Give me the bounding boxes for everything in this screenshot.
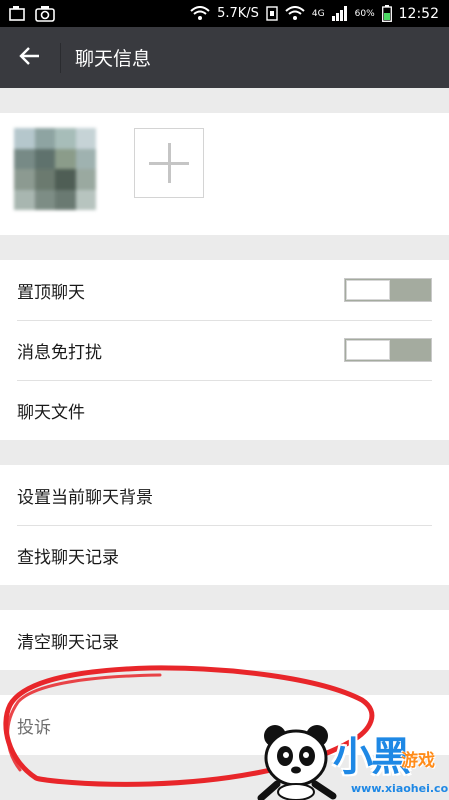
watermark-games: 游戏 [401, 751, 435, 771]
toggle-knob [346, 340, 390, 360]
member-section [0, 113, 449, 235]
sim-icon [266, 6, 278, 21]
row-pin-chat[interactable]: 置顶聊天 [0, 260, 449, 320]
settings-group-clear: 清空聊天记录 [0, 610, 449, 670]
row-label: 聊天文件 [17, 402, 85, 423]
battery-icon [381, 5, 392, 22]
wifi-icon [190, 6, 210, 21]
row-label: 投诉 [17, 717, 51, 738]
action-bar: 聊天信息 [0, 27, 449, 88]
network-speed: 5.7K/S [217, 6, 259, 21]
battery-percent: 60% [354, 8, 375, 19]
row-label: 清空聊天记录 [17, 632, 119, 653]
signal-type: 4G [311, 8, 325, 19]
row-label: 查找聊天记录 [17, 547, 119, 568]
row-label: 消息免打扰 [17, 342, 102, 363]
do-not-disturb-toggle[interactable] [344, 338, 432, 362]
row-label: 设置当前聊天背景 [17, 487, 153, 508]
row-clear-chat-history[interactable]: 清空聊天记录 [0, 610, 449, 670]
camera-icon [35, 5, 55, 22]
row-label: 置顶聊天 [17, 282, 85, 303]
row-do-not-disturb[interactable]: 消息免打扰 [0, 320, 449, 380]
clock: 12:52 [398, 5, 439, 22]
back-arrow-icon [19, 46, 41, 70]
notification-icon [8, 5, 28, 22]
watermark-url: www.xiaohei.com [351, 782, 449, 795]
toggle-knob [346, 280, 390, 300]
add-member-button[interactable] [134, 128, 204, 198]
page-title: 聊天信息 [75, 48, 152, 70]
back-button[interactable] [0, 27, 60, 88]
signal-bars-icon [331, 6, 348, 21]
header-divider [60, 42, 61, 73]
row-set-chat-background[interactable]: 设置当前聊天背景 [0, 465, 449, 525]
settings-group-chat: 置顶聊天 消息免打扰 聊天文件 [0, 260, 449, 440]
watermark-brand: 小黑 [333, 734, 411, 780]
watermark-logo: 小黑 游戏 www.xiaohei.com [255, 718, 449, 800]
member-avatar[interactable] [14, 128, 96, 210]
row-search-chat-history[interactable]: 查找聊天记录 [0, 525, 449, 585]
wifi-signal-icon [285, 6, 305, 21]
row-chat-files[interactable]: 聊天文件 [0, 380, 449, 440]
pin-chat-toggle[interactable] [344, 278, 432, 302]
panda-icon [257, 725, 337, 800]
settings-group-background: 设置当前聊天背景 查找聊天记录 [0, 465, 449, 585]
status-bar: 5.7K/S 4G 60% 12:52 [0, 0, 449, 27]
